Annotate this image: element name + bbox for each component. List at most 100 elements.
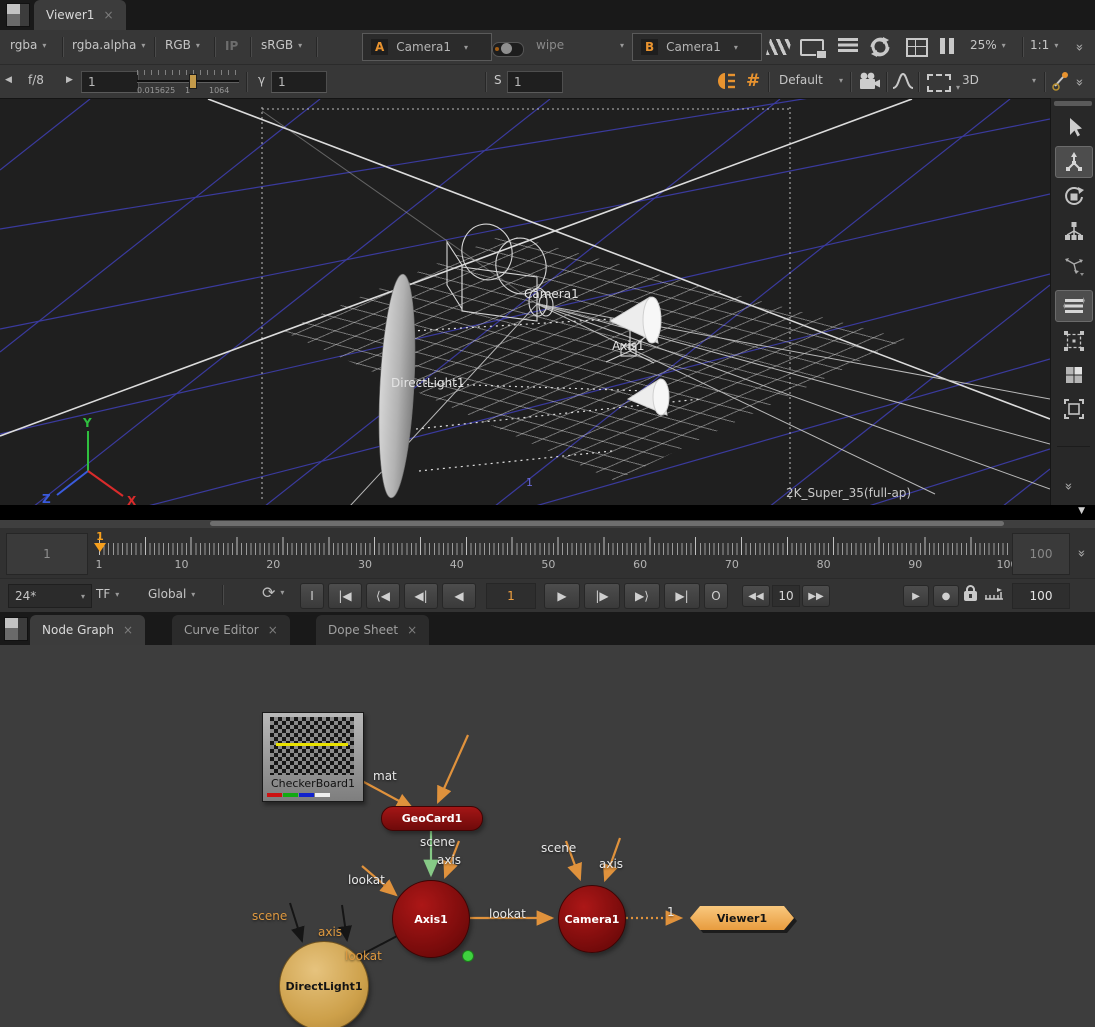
- loop-mode-icon[interactable]: ⟳▾: [262, 583, 284, 602]
- step-back-button[interactable]: ◀|: [404, 583, 438, 609]
- chevron-down-icon: ▾: [839, 76, 843, 85]
- playhead-marker[interactable]: [94, 543, 106, 552]
- gain-next-arrow[interactable]: ▶: [66, 75, 73, 85]
- zoom-dropdown[interactable]: 25%▾: [970, 38, 1006, 52]
- node-axis[interactable]: Axis1: [392, 880, 470, 958]
- output-range-button[interactable]: O: [704, 583, 728, 609]
- chevron-down-icon: ▾: [1032, 76, 1036, 85]
- scale-hierarchy-tool-icon[interactable]: [1056, 216, 1092, 246]
- chevron-down-icon: ▾: [956, 83, 960, 92]
- monitor-output-icon[interactable]: [800, 39, 824, 56]
- input-a-dropdown[interactable]: A Camera1 ▾: [362, 33, 492, 61]
- goto-end-button[interactable]: ▶|: [664, 583, 700, 609]
- tab-node-graph[interactable]: Node Graph ×: [30, 615, 145, 645]
- view-mode-dropdown[interactable]: 3D▾: [962, 73, 1036, 87]
- pixel-aspect-dropdown[interactable]: 1:1▾: [1030, 38, 1058, 52]
- gain-prev-arrow[interactable]: ◀: [5, 75, 12, 85]
- select-tool-icon[interactable]: [1056, 112, 1092, 142]
- input-b-dropdown[interactable]: B Camera1 ▾: [632, 33, 762, 61]
- range-mode-dropdown[interactable]: Global▾: [148, 587, 195, 601]
- frame-all-icon[interactable]: [1056, 394, 1092, 424]
- tab-viewer1[interactable]: Viewer1 ×: [34, 0, 126, 30]
- scanline-icon[interactable]: [838, 38, 858, 55]
- next-keyframe-button[interactable]: ▶⟩: [624, 583, 660, 609]
- translate-tool-icon[interactable]: [1055, 146, 1093, 178]
- frame-selected-icon[interactable]: [1056, 326, 1092, 356]
- timeline-filter-dropdown[interactable]: TF▾: [96, 587, 119, 601]
- display-channels-dropdown[interactable]: RGB▾: [165, 38, 200, 52]
- jump-back-button[interactable]: ◀◀: [742, 585, 770, 607]
- flipbook-play-icon[interactable]: ▶: [903, 585, 929, 607]
- divider: [62, 37, 64, 57]
- chevron-down-icon: ▾: [280, 588, 284, 597]
- timeline-current-frame-box[interactable]: 1: [6, 533, 88, 575]
- match-bars-icon[interactable]: [1055, 290, 1093, 322]
- multi-axis-tool-icon[interactable]: [1056, 250, 1092, 280]
- curve-bell-icon[interactable]: [892, 72, 914, 90]
- range-end-field[interactable]: 100: [1012, 583, 1070, 609]
- panel-menu-icon[interactable]: [6, 3, 30, 27]
- play-backward-button[interactable]: ◀: [442, 583, 476, 609]
- info-caret-icon[interactable]: ▼: [1078, 506, 1085, 516]
- close-icon[interactable]: ×: [103, 8, 113, 22]
- refresh-icon[interactable]: [868, 35, 892, 59]
- input-process-toggle[interactable]: IP: [225, 39, 238, 53]
- wipe-toggle[interactable]: [492, 42, 524, 57]
- grid-hash-icon[interactable]: #: [746, 71, 760, 91]
- collapse-chevrons-icon[interactable]: »: [1060, 483, 1075, 489]
- lock-pin-icon[interactable]: [1051, 71, 1071, 91]
- close-icon[interactable]: ×: [268, 623, 278, 637]
- alpha-layer-dropdown[interactable]: rgba.alpha▾: [72, 38, 145, 52]
- gain-slider[interactable]: 0.015625 1 1064: [137, 67, 239, 97]
- viewport-tool-column: »: [1050, 98, 1095, 505]
- range-end-display[interactable]: 100: [1012, 533, 1070, 575]
- camera-icon[interactable]: [857, 71, 881, 91]
- panel-menu-icon[interactable]: [4, 617, 28, 641]
- saturation-input[interactable]: 1: [507, 71, 563, 93]
- nodegraph-canvas[interactable]: CheckerBoard1 GeoCard1 Axis1 Camera1 Dir…: [0, 645, 1095, 1027]
- gain-input[interactable]: 1: [81, 71, 139, 93]
- node-camera[interactable]: Camera1: [558, 885, 626, 953]
- node-viewer[interactable]: Viewer1: [690, 906, 794, 930]
- proxy-stripes-icon[interactable]: [766, 39, 792, 55]
- current-frame-field[interactable]: 1: [486, 583, 536, 609]
- node-checkerboard[interactable]: CheckerBoard1: [262, 712, 364, 802]
- viewer-scrollbar-track[interactable]: [0, 520, 1095, 528]
- lut-preset-dropdown[interactable]: Default▾: [779, 73, 843, 87]
- tab-dope-sheet[interactable]: Dope Sheet ×: [316, 615, 429, 645]
- lock-range-icon[interactable]: [964, 591, 977, 601]
- goto-start-button[interactable]: |◀: [328, 583, 362, 609]
- jump-forward-button[interactable]: ▶▶: [802, 585, 830, 607]
- selection-box-icon[interactable]: [927, 74, 951, 92]
- timeline-chevrons-icon[interactable]: »: [1073, 550, 1088, 556]
- rotate-tool-icon[interactable]: [1056, 182, 1092, 212]
- layer-dropdown[interactable]: rgba▾: [10, 38, 46, 52]
- node-geocard[interactable]: GeoCard1: [381, 806, 483, 831]
- close-icon[interactable]: ×: [407, 623, 417, 637]
- timeline-ruler[interactable]: 1102030405060708090100 1: [95, 528, 1008, 578]
- headlamp-light-icon[interactable]: [716, 71, 738, 91]
- play-forward-button[interactable]: ▶: [544, 583, 580, 609]
- gamma-input[interactable]: 1: [271, 71, 327, 93]
- render-record-icon[interactable]: ●: [933, 585, 959, 607]
- wipe-mode-dropdown[interactable]: wipe▾: [536, 38, 624, 52]
- frame-range-ruler-icon[interactable]: [984, 587, 1004, 601]
- input-range-button[interactable]: I: [300, 583, 324, 609]
- expand-chevrons-icon[interactable]: »: [1071, 79, 1086, 85]
- close-icon[interactable]: ×: [123, 623, 133, 637]
- step-forward-button[interactable]: |▶: [584, 583, 620, 609]
- viewer-lut-dropdown[interactable]: sRGB▾: [261, 38, 302, 52]
- prev-keyframe-button[interactable]: ⟨◀: [366, 583, 400, 609]
- gate-display-icon[interactable]: [906, 38, 928, 57]
- expand-chevrons-icon[interactable]: »: [1071, 44, 1086, 50]
- gain-slider-handle[interactable]: [189, 74, 197, 89]
- frame-increment-field[interactable]: 10: [772, 585, 800, 607]
- mini-scrollbar[interactable]: [1054, 101, 1092, 106]
- viewport-3d[interactable]: Camera1 Axis1 DirectLight1 2K_Super_35(f…: [0, 98, 1050, 506]
- viewer-scrollbar-thumb[interactable]: [210, 521, 1004, 526]
- tab-curve-editor[interactable]: Curve Editor ×: [172, 615, 290, 645]
- fps-dropdown[interactable]: 24*▾: [8, 584, 92, 608]
- link-label-axis-a: axis: [437, 853, 461, 867]
- pause-icon[interactable]: [940, 38, 954, 54]
- quad-view-icon[interactable]: [1056, 360, 1092, 390]
